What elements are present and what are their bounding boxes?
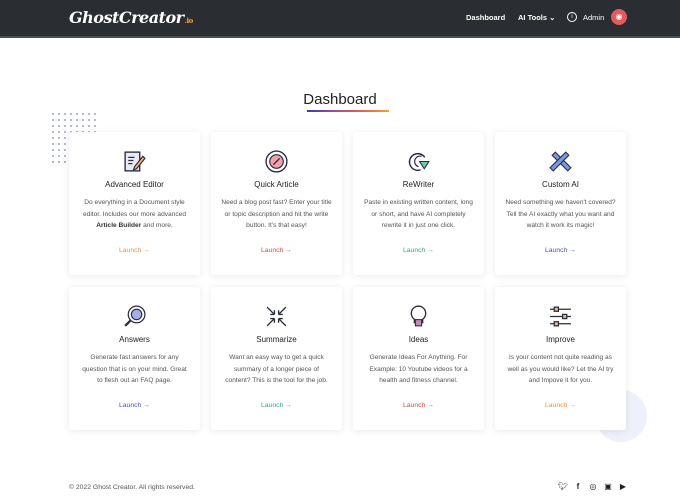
card-description: Need a blog post fast? Enter your title … — [221, 199, 332, 229]
search-icon — [124, 305, 146, 327]
card-rewriter: ReWriter Paste in existing written conte… — [353, 132, 484, 275]
card-description: Generate Ideas For Anything. For Example… — [369, 354, 468, 384]
instagram-icon[interactable]: ▣ — [603, 482, 613, 491]
card-title: Summarize — [256, 335, 297, 344]
desc-text: Do everything in a Document style editor… — [83, 199, 186, 218]
card-summarize: Summarize Want an easy way to get a quic… — [211, 287, 342, 430]
card-description: Do everything in a Document style editor… — [79, 197, 190, 232]
card-advanced-editor: Advanced Editor Do everything in a Docum… — [69, 132, 200, 275]
info-icon[interactable]: i — [567, 12, 577, 22]
logo-suffix: .io — [184, 16, 194, 25]
facebook-icon[interactable]: f — [573, 482, 583, 491]
card-ideas: Ideas Generate Ideas For Anything. For E… — [353, 287, 484, 430]
card-description: Generate fast answers for any question t… — [82, 354, 187, 384]
top-navbar: GhostCreator.io Dashboard AI Tools ⌄ i A… — [0, 0, 680, 38]
launch-link[interactable]: Launch → — [353, 402, 484, 409]
card-title: Quick Article — [254, 180, 299, 189]
launch-link[interactable]: Launch → — [353, 247, 484, 254]
compress-arrows-icon — [266, 306, 287, 327]
dribbble-icon[interactable]: ◎ — [588, 482, 598, 491]
launch-link[interactable]: Launch → — [69, 402, 200, 409]
card-title: Improve — [546, 335, 575, 344]
launch-link[interactable]: Launch → — [69, 247, 200, 254]
card-description: Want an easy way to get a quick summary … — [225, 354, 328, 384]
title-underline — [307, 110, 389, 112]
rewrite-icon — [408, 152, 430, 172]
nav-ai-tools-dropdown[interactable]: AI Tools ⌄ — [518, 13, 555, 22]
desc-text: and more. — [141, 222, 173, 229]
tools-icon — [549, 151, 572, 172]
card-answers: Answers Generate fast answers for any qu… — [69, 287, 200, 430]
twitter-icon[interactable]: 🐦︎ — [558, 482, 568, 491]
nav-dashboard[interactable]: Dashboard — [466, 13, 505, 22]
desc-bold: Article Builder — [96, 222, 142, 229]
launch-link[interactable]: Launch → — [211, 247, 342, 254]
card-title: Ideas — [408, 335, 429, 344]
card-title: Answers — [119, 335, 150, 344]
card-description: Paste in existing written content, long … — [364, 199, 473, 229]
card-description: Need something we haven't covered? Tell … — [505, 199, 616, 229]
logo-text: GhostCreator — [69, 8, 184, 27]
card-description: Is your content not quite reading as wel… — [507, 354, 614, 384]
card-title: ReWriter — [402, 180, 435, 189]
card-title: Custom AI — [542, 180, 579, 189]
youtube-icon[interactable]: ▶ — [618, 482, 628, 491]
launch-link[interactable]: Launch → — [495, 402, 626, 409]
footer-copyright: © 2022 Ghost Creator. All rights reserve… — [69, 484, 195, 491]
quick-article-icon — [265, 150, 288, 173]
card-title: Advanced Editor — [105, 180, 164, 189]
document-edit-icon — [124, 151, 146, 172]
avatar[interactable]: ◉ — [611, 9, 627, 25]
page-title: Dashboard — [303, 91, 377, 108]
launch-link[interactable]: Launch → — [495, 247, 626, 254]
card-custom-ai: Custom AI Need something we haven't cove… — [495, 132, 626, 275]
sliders-icon — [550, 306, 571, 327]
nav-admin[interactable]: Admin — [583, 13, 604, 22]
card-quick-article: Quick Article Need a blog post fast? Ent… — [211, 132, 342, 275]
card-improve: Improve Is your content not quite readin… — [495, 287, 626, 430]
logo[interactable]: GhostCreator.io — [69, 8, 193, 27]
launch-link[interactable]: Launch → — [211, 402, 342, 409]
lightbulb-icon — [410, 305, 427, 327]
